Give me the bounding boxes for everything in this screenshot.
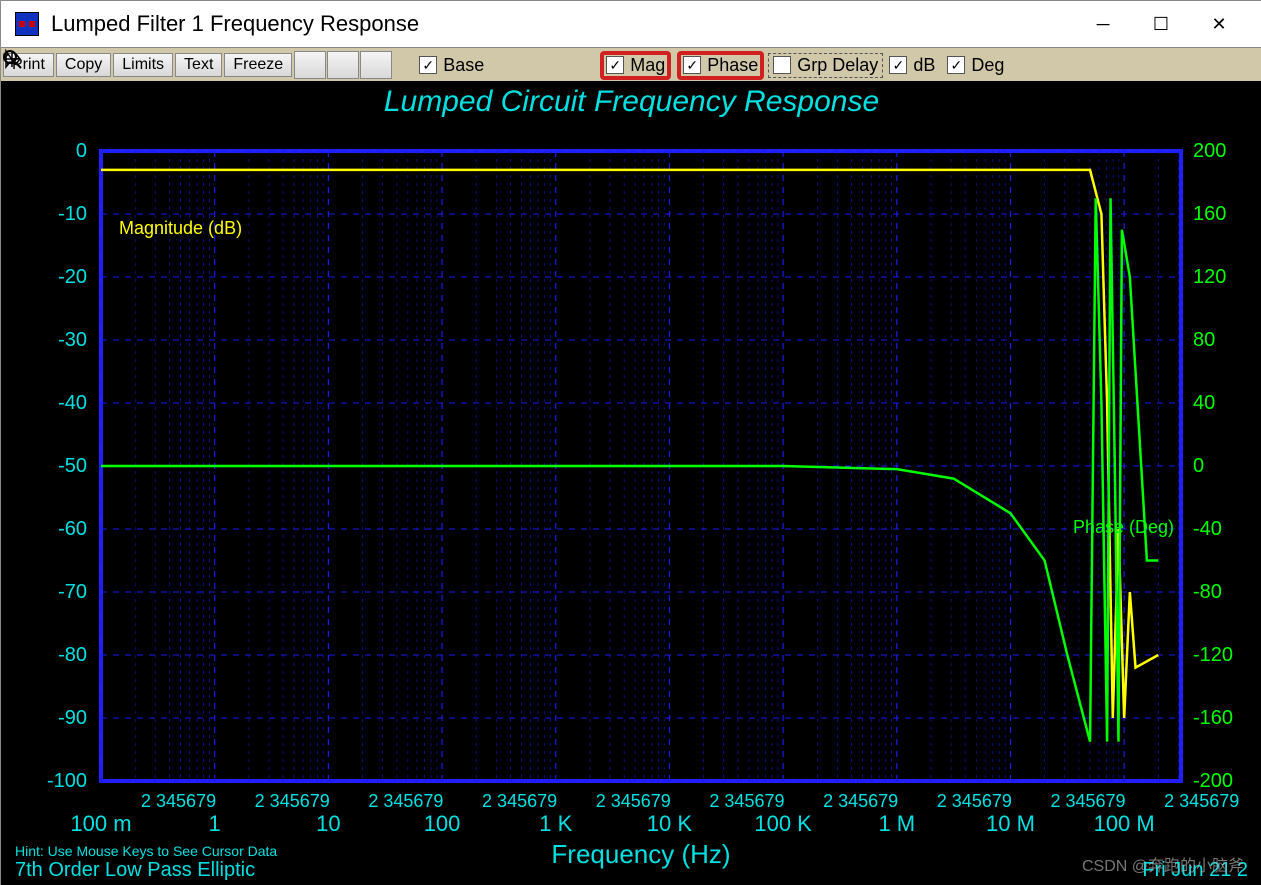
- limits-button[interactable]: Limits: [113, 53, 173, 77]
- svg-text:-60: -60: [58, 518, 87, 540]
- grpdelay-checkbox[interactable]: Grp Delay: [768, 53, 883, 78]
- svg-text:80: 80: [1193, 329, 1215, 351]
- text-button[interactable]: Text: [175, 53, 222, 77]
- svg-text:40: 40: [1193, 392, 1215, 414]
- svg-text:1 M: 1 M: [878, 811, 915, 836]
- svg-text:10: 10: [316, 811, 340, 836]
- chart-canvas: 0-10-20-30-40-50-60-70-80-90-10020016012…: [1, 81, 1261, 885]
- svg-text:-160: -160: [1193, 707, 1233, 729]
- mag-label: Mag: [630, 55, 665, 76]
- svg-text:-20: -20: [58, 266, 87, 288]
- svg-text:2 345679: 2 345679: [709, 791, 784, 811]
- svg-text:-80: -80: [58, 644, 87, 666]
- grpdelay-label: Grp Delay: [797, 55, 878, 76]
- hint-text: Hint: Use Mouse Keys to See Cursor Data: [15, 843, 277, 859]
- svg-text:1: 1: [209, 811, 221, 836]
- svg-text:-30: -30: [58, 329, 87, 351]
- cursor-icon[interactable]: [360, 51, 392, 79]
- zoom-icon[interactable]: [294, 51, 326, 79]
- svg-text:120: 120: [1193, 266, 1226, 288]
- svg-text:2 345679: 2 345679: [141, 791, 216, 811]
- svg-text:100 M: 100 M: [1094, 811, 1155, 836]
- svg-text:160: 160: [1193, 203, 1226, 225]
- svg-text:2 345679: 2 345679: [1164, 791, 1239, 811]
- close-button[interactable]: ✕: [1190, 4, 1248, 44]
- minimize-button[interactable]: ─: [1074, 4, 1132, 44]
- copy-button[interactable]: Copy: [56, 53, 111, 77]
- svg-text:2 345679: 2 345679: [823, 791, 898, 811]
- deg-checkbox[interactable]: ✓Deg: [941, 55, 1010, 76]
- svg-text:-90: -90: [58, 707, 87, 729]
- svg-text:2 345679: 2 345679: [368, 791, 443, 811]
- pan-icon[interactable]: [327, 51, 359, 79]
- svg-text:-40: -40: [58, 392, 87, 414]
- svg-text:2 345679: 2 345679: [596, 791, 671, 811]
- svg-text:2 345679: 2 345679: [255, 791, 330, 811]
- db-label: dB: [913, 55, 935, 76]
- svg-text:1 K: 1 K: [539, 811, 572, 836]
- svg-text:-100: -100: [47, 770, 87, 792]
- svg-text:2 345679: 2 345679: [482, 791, 557, 811]
- svg-text:-50: -50: [58, 455, 87, 477]
- watermark: CSDN @奔跑的小脑斧: [1082, 852, 1244, 876]
- window-title: Lumped Filter 1 Frequency Response: [51, 11, 419, 37]
- svg-text:100: 100: [424, 811, 461, 836]
- toolbar: Print Copy Limits Text Freeze ✓Base ✓Mag…: [1, 47, 1261, 83]
- phase-checkbox[interactable]: ✓Phase: [677, 51, 764, 80]
- svg-text:2 345679: 2 345679: [937, 791, 1012, 811]
- svg-text:10 M: 10 M: [986, 811, 1035, 836]
- maximize-button[interactable]: ☐: [1132, 4, 1190, 44]
- titlebar: Lumped Filter 1 Frequency Response ─ ☐ ✕: [1, 1, 1261, 47]
- svg-text:100 m: 100 m: [70, 811, 131, 836]
- filter-description: 7th Order Low Pass Elliptic: [15, 859, 277, 882]
- svg-text:0: 0: [1193, 455, 1204, 477]
- svg-text:0: 0: [76, 140, 87, 162]
- svg-text:100 K: 100 K: [754, 811, 812, 836]
- svg-text:-70: -70: [58, 581, 87, 603]
- base-label: Base: [443, 55, 484, 76]
- plot-area[interactable]: Lumped Circuit Frequency Response 0-10-2…: [1, 81, 1261, 885]
- svg-text:200: 200: [1193, 140, 1226, 162]
- db-checkbox[interactable]: ✓dB: [883, 55, 941, 76]
- app-icon: [15, 12, 39, 36]
- phase-label: Phase: [707, 55, 758, 76]
- svg-text:Phase (Deg): Phase (Deg): [1073, 517, 1174, 537]
- svg-text:-10: -10: [58, 203, 87, 225]
- deg-label: Deg: [971, 55, 1004, 76]
- svg-text:-120: -120: [1193, 644, 1233, 666]
- svg-text:10 K: 10 K: [647, 811, 693, 836]
- mag-checkbox[interactable]: ✓Mag: [600, 51, 671, 80]
- freeze-button[interactable]: Freeze: [224, 53, 292, 77]
- svg-text:-80: -80: [1193, 581, 1222, 603]
- svg-text:-40: -40: [1193, 518, 1222, 540]
- svg-text:2 345679: 2 345679: [1050, 791, 1125, 811]
- base-checkbox[interactable]: ✓Base: [413, 55, 490, 76]
- svg-text:Magnitude (dB): Magnitude (dB): [119, 218, 242, 238]
- svg-text:-200: -200: [1193, 770, 1233, 792]
